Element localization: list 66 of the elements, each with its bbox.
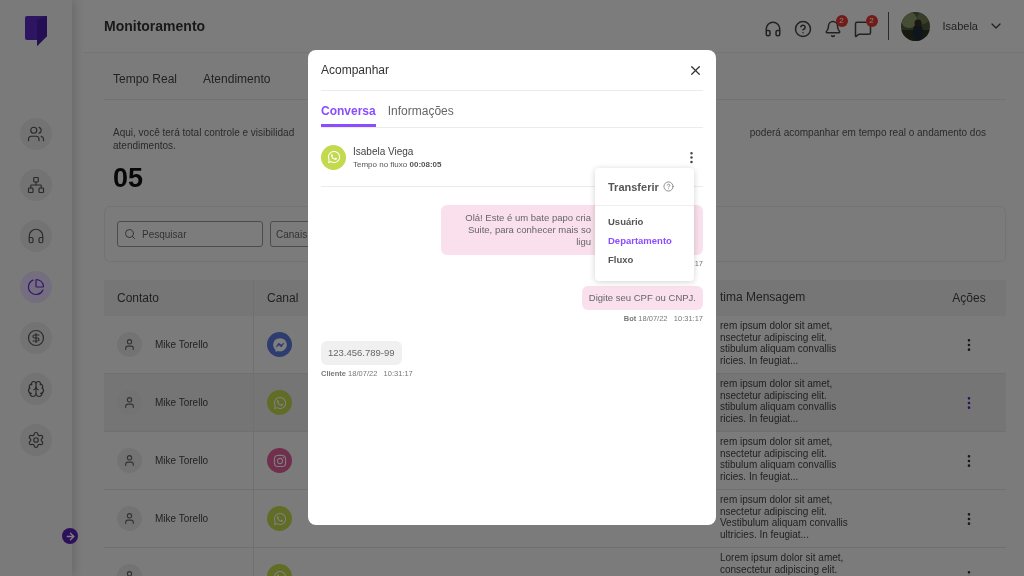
contact-name: Mike Torello bbox=[155, 513, 209, 524]
message-text: rem ipsum dolor sit amet, bbox=[720, 320, 833, 332]
contact-name: Mike Torello bbox=[155, 397, 209, 408]
menu-item[interactable]: Usuário bbox=[595, 212, 694, 231]
count-value: 05 bbox=[113, 163, 144, 194]
message-text: ultricies. In feugiat... bbox=[720, 528, 809, 540]
user-icon bbox=[117, 448, 142, 473]
message-text: rem ipsum dolor sit amet, bbox=[720, 494, 833, 506]
page-title: Monitoramento bbox=[104, 18, 207, 34]
dollar-icon[interactable] bbox=[20, 322, 52, 354]
help-icon[interactable] bbox=[793, 19, 812, 38]
user-name[interactable]: Isabela bbox=[942, 20, 978, 32]
message-text: consectetur adipiscing elit. bbox=[720, 563, 838, 575]
users-icon[interactable] bbox=[20, 118, 52, 150]
tab[interactable]: Informações bbox=[387, 104, 454, 127]
menu-title: Transferir bbox=[608, 180, 659, 193]
tab[interactable]: Tempo Real bbox=[113, 72, 178, 99]
message-text: ricies. In feugiat... bbox=[720, 470, 799, 482]
help-icon[interactable] bbox=[662, 181, 674, 192]
message-bubble: Digite seu CPF ou CNPJ. bbox=[581, 286, 703, 310]
settings-icon[interactable] bbox=[20, 424, 52, 456]
tab[interactable]: Atendimento bbox=[203, 72, 271, 99]
description-text: atendimentos. bbox=[112, 140, 176, 151]
headset-icon[interactable] bbox=[763, 19, 782, 38]
flow-time: Tempo no fluxo 00:08:05 bbox=[353, 159, 442, 169]
contact-name: Mike Torello bbox=[155, 339, 209, 350]
contact-name: Isabela Viega bbox=[353, 145, 414, 157]
description-text: poderá acompanhar em tempo real o andamento dos bbox=[749, 127, 986, 138]
user-icon bbox=[117, 506, 142, 531]
column-header: tima Mensagem bbox=[720, 292, 806, 304]
logo-icon bbox=[25, 16, 47, 46]
description-text: Aqui, você terá total controle e visibilidad bbox=[113, 127, 295, 138]
search-icon bbox=[124, 228, 136, 240]
brain-icon[interactable] bbox=[20, 373, 52, 405]
message-text: nsectetur adipiscing elit. bbox=[720, 447, 827, 459]
message-text: Lorem ipsum dolor sit amet, bbox=[720, 552, 844, 564]
notification-badge: 2 bbox=[835, 14, 848, 27]
network-icon[interactable] bbox=[20, 169, 52, 201]
tab[interactable]: Conversa bbox=[321, 104, 376, 127]
search-field[interactable]: Pesquisar bbox=[117, 221, 263, 247]
column-header: Ações bbox=[952, 291, 986, 305]
message-text: ricies. In feugiat... bbox=[720, 354, 799, 366]
message-text: ricies. In feugiat... bbox=[720, 412, 799, 424]
message-text: stibulum aliquam convallis bbox=[720, 343, 837, 355]
bell-icon[interactable] bbox=[823, 19, 842, 38]
headset-icon[interactable] bbox=[20, 220, 52, 252]
message-text: rem ipsum dolor sit amet, bbox=[720, 436, 833, 448]
message-text: rem ipsum dolor sit amet, bbox=[720, 378, 833, 390]
message-text: stibulum aliquam convallis bbox=[720, 459, 837, 471]
user-icon bbox=[117, 332, 142, 357]
menu-item[interactable]: Departamento bbox=[595, 231, 694, 250]
message-bubble: 123.456.789-99 bbox=[321, 341, 402, 365]
column-header: Contato bbox=[117, 291, 160, 305]
modal-title: Acompanhar bbox=[321, 63, 390, 77]
message-text: nsectetur adipiscing elit. bbox=[720, 389, 827, 401]
arrow-right-icon bbox=[64, 530, 76, 542]
message-text: stibulum aliquam convallis bbox=[720, 401, 837, 413]
message-text: Vestibulum aliquam convallis bbox=[720, 517, 848, 529]
chat-icon[interactable] bbox=[853, 19, 872, 38]
pie-chart-icon[interactable] bbox=[20, 271, 52, 303]
column-header: Canal bbox=[267, 291, 299, 305]
message-badge: 2 bbox=[865, 14, 878, 27]
message-text: nsectetur adipiscing elit. bbox=[720, 505, 827, 517]
contact-name: Mike Torello bbox=[155, 455, 209, 466]
message-text: nsectetur adipiscing elit. bbox=[720, 331, 827, 343]
collapse-button[interactable] bbox=[62, 528, 78, 544]
